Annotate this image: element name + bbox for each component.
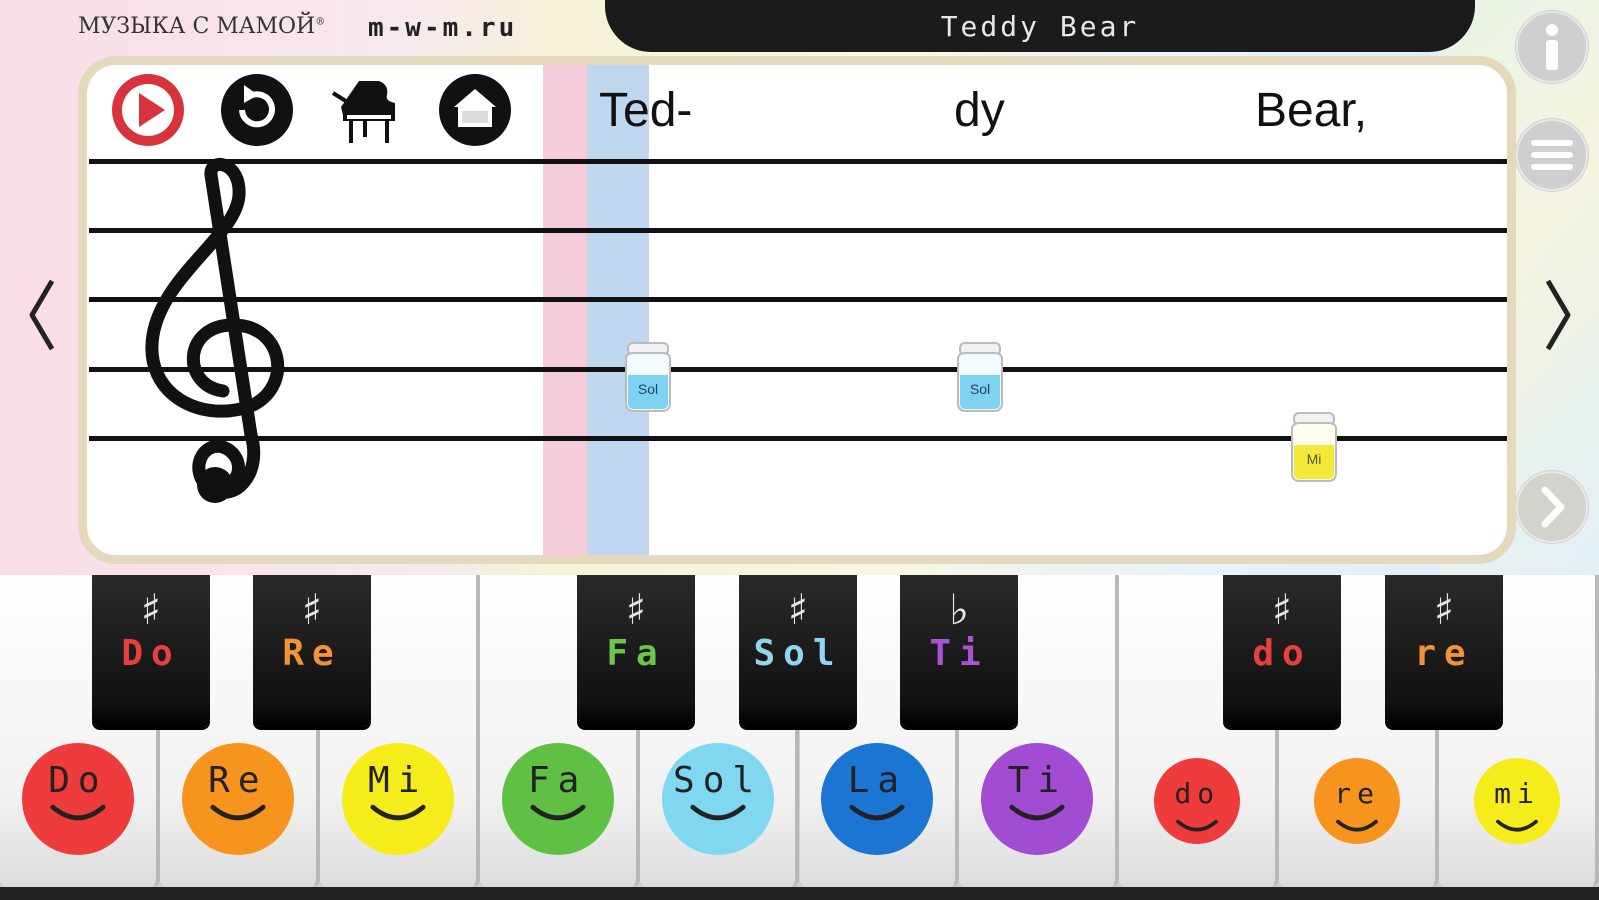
black-key[interactable]: ♭ Ti [900,575,1018,727]
home-button[interactable] [438,73,512,147]
note-label: Sol [969,381,991,397]
lyric-syllable: Ted- [599,84,693,137]
accidental-symbol: ♭ [949,585,969,634]
smiley-face-icon: mi [1474,758,1561,844]
note-label: Sol [637,381,659,397]
black-key[interactable]: ♯ re [1385,575,1503,727]
black-key[interactable]: ♯ Fa [577,575,695,727]
black-key-label: Ti [929,633,989,674]
smiley-face-icon: Mi [341,743,454,855]
playhead-pink [543,65,587,555]
accidental-symbol: ♯ [301,585,323,634]
white-key-label: do [1174,777,1221,810]
black-key[interactable]: ♯ Sol [739,575,857,727]
accidental-symbol: ♯ [1271,585,1293,634]
next-button[interactable] [1515,470,1589,544]
accidental-symbol: ♯ [140,585,162,634]
black-key[interactable]: ♯ Do [92,575,210,727]
smiley-face-icon: Sol [661,743,774,855]
black-key-label: Do [121,633,181,674]
accidental-symbol: ♯ [1433,585,1455,634]
site-url: m-w-m.ru [368,13,518,43]
chevron-right-icon [1516,471,1588,543]
white-key-label: Re [208,760,268,801]
black-key[interactable]: ♯ Re [253,575,371,727]
play-button[interactable] [111,73,185,147]
smiley-face-icon: do [1154,758,1241,844]
grand-piano-icon[interactable] [329,73,403,147]
black-key-label: Re [282,633,342,674]
song-title-bar: Teddy Bear [605,0,1475,52]
accidental-symbol: ♯ [787,585,809,634]
black-key[interactable]: ♯ do [1223,575,1341,727]
staff-line [89,367,1507,372]
smiley-face-icon: re [1314,758,1401,844]
black-key-label: do [1252,633,1312,674]
sheet-music-panel: Ted- dy Bear, Sol Sol Mi [78,56,1516,564]
menu-icon [1516,119,1588,191]
white-key-label: La [847,760,908,801]
brand-logo: МУЗЫКА С МАМОЙ® [78,14,326,39]
staff-line [89,228,1507,233]
note-label: Mi [1306,451,1322,467]
lyric-syllable: Bear, [1255,84,1368,137]
black-key-label: Sol [753,633,843,674]
smiley-face-icon: Do [21,743,134,855]
piano-keyboard: Do Re Mi Fa Sol La Ti do re mi ♯ Do ♯ Re ♯ Fa ♯ Sol ♭ Ti ♯ do… [0,575,1599,900]
white-key-label: Fa [527,760,588,801]
note-jar: Sol [620,341,676,413]
smiley-face-icon: La [821,743,934,855]
black-key-label: Fa [606,633,666,674]
white-key-label: Mi [368,760,428,801]
info-button[interactable] [1515,10,1589,84]
scroll-left-arrow[interactable] [22,275,62,355]
white-key-label: Ti [1007,760,1067,801]
song-title: Teddy Bear [940,10,1140,43]
scroll-right-arrow[interactable] [1538,275,1578,355]
note-jar: Mi [1286,411,1342,483]
staff-line [89,159,1507,164]
staff-line [89,297,1507,302]
black-key-label: re [1414,633,1474,674]
smiley-face-icon: Re [181,743,294,855]
white-key-label: mi [1494,777,1540,810]
smiley-face-icon: Ti [981,743,1094,855]
playhead-blue [587,65,649,555]
white-key-label: Sol [673,760,763,801]
white-key-label: Do [48,760,108,801]
smiley-face-icon: Fa [501,743,614,855]
treble-clef-icon [145,158,285,503]
note-jar: Sol [952,341,1008,413]
replay-button[interactable] [220,73,294,147]
menu-button[interactable] [1515,118,1589,192]
lyric-syllable: dy [954,84,1005,137]
accidental-symbol: ♯ [625,585,647,634]
info-icon [1516,11,1588,83]
white-key-label: re [1334,777,1380,810]
keyboard-base [0,887,1599,900]
